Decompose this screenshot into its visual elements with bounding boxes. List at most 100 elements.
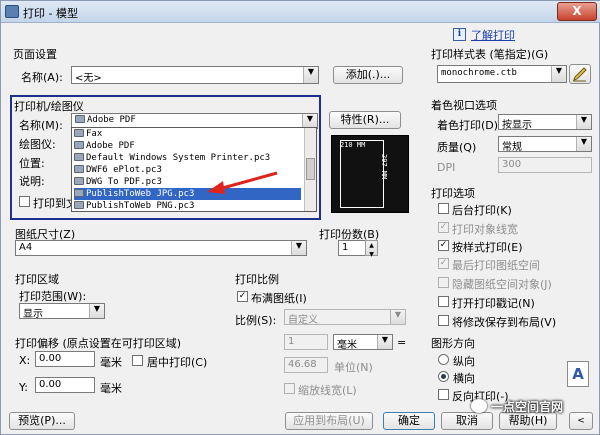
close-button[interactable]: X — [557, 2, 597, 21]
ok-button[interactable]: 确定 — [383, 412, 435, 430]
plot-with-styles-checkbox[interactable]: ✓ — [438, 240, 449, 251]
list-item[interactable]: DWF6 ePlot.pc3 — [74, 164, 162, 176]
printer-name-label: 名称(M): — [19, 119, 63, 132]
printer-icon — [74, 201, 84, 209]
paper-size-value: A4 — [19, 242, 33, 253]
edit-plot-style-button[interactable] — [569, 64, 591, 84]
shade-plot-combo[interactable]: 按显示 ▼ — [498, 114, 592, 130]
orientation-title: 图形方向 — [431, 337, 475, 350]
scale-value2-input[interactable]: 46.68 — [284, 357, 328, 373]
wechat-icon — [471, 399, 487, 413]
app-icon — [5, 5, 19, 18]
location-label: 位置: — [19, 157, 45, 170]
paper-size-combo[interactable]: A4 ▼ — [15, 240, 307, 256]
add-page-setup-button[interactable]: 添加(.)... — [333, 66, 403, 84]
save-to-layout-checkbox[interactable] — [438, 315, 449, 326]
chevron-down-icon: ▼ — [377, 335, 392, 349]
dropdown-scrollbar[interactable] — [304, 128, 316, 211]
scrollbar-thumb[interactable] — [306, 158, 315, 180]
list-item[interactable]: Fax — [74, 128, 102, 140]
printer-name-value: Adobe PDF — [87, 115, 136, 125]
plot-style-combo[interactable]: monochrome.ctb ▼ — [437, 65, 567, 83]
preview-page — [340, 140, 384, 208]
paperspace-last-checkbox[interactable]: ✓ — [438, 258, 449, 269]
quality-value: 常规 — [502, 142, 522, 152]
apply-to-layout-button[interactable]: 应用到布局(U) — [285, 412, 373, 430]
copies-stepper[interactable]: ▲ ▼ — [365, 240, 378, 258]
print-range-value: 显示 — [23, 309, 43, 319]
printer-title: 打印机/绘图仪 — [14, 100, 84, 113]
annotation-arrow-icon — [207, 171, 278, 194]
orientation-preview-icon: A — [567, 361, 589, 387]
list-item[interactable]: Default Windows System Printer.pc3 — [74, 152, 270, 164]
landscape-label: 横向 — [453, 372, 475, 385]
fit-to-paper-checkbox[interactable]: ✓ — [237, 291, 248, 302]
landscape-radio[interactable] — [438, 371, 449, 382]
offset-x-unit: 毫米 — [100, 356, 122, 369]
shaded-viewport-title: 着色视口选项 — [431, 99, 497, 112]
offset-y-unit: 毫米 — [100, 382, 122, 395]
print-options-title: 打印选项 — [431, 187, 475, 200]
print-range-combo[interactable]: 显示 ▼ — [19, 303, 105, 319]
plotter-label: 绘图仪: — [19, 138, 56, 151]
chevron-down-icon: ▼ — [303, 67, 318, 83]
print-to-file-checkbox[interactable] — [19, 196, 30, 207]
dpi-label: DPI — [437, 161, 456, 174]
dpi-input[interactable]: 300 — [498, 157, 592, 173]
description-label: 说明: — [19, 175, 45, 188]
page-setup-name-label: 名称(A): — [21, 71, 63, 84]
plot-style-title: 打印样式表 (笔指定)(G) — [431, 48, 549, 61]
background-print-label: 后台打印(K) — [452, 204, 512, 217]
hide-paperspace-checkbox[interactable] — [438, 277, 449, 288]
page-setup-title: 页面设置 — [13, 48, 57, 61]
scale-combo[interactable]: 自定义 ▼ — [284, 309, 406, 325]
quality-combo[interactable]: 常规 ▼ — [498, 136, 592, 152]
list-item[interactable]: PublishToWeb PNG.pc3 — [74, 200, 194, 212]
properties-button[interactable]: 特性(R)... — [329, 111, 401, 129]
offset-y-input[interactable]: 0.00 — [35, 377, 95, 393]
portrait-radio[interactable] — [438, 354, 449, 365]
printer-icon — [74, 165, 84, 173]
watermark-text: 一点空间官网 — [491, 400, 564, 414]
preview-button[interactable]: 预览(P)... — [9, 412, 75, 430]
title-bar: 打印 - 模型 X — [1, 1, 600, 23]
scale-label: 比例(S): — [235, 314, 277, 327]
printer-icon — [74, 177, 84, 185]
chevron-down-icon: ▼ — [576, 115, 591, 129]
page-setup-name-combo[interactable]: <无> ▼ — [71, 66, 319, 84]
printer-icon — [74, 189, 84, 197]
print-offset-title: 打印偏移 (原点设置在可打印区域) — [15, 337, 182, 350]
paperspace-last-label: 最后打印图纸空间 — [452, 259, 540, 272]
plot-stamp-checkbox[interactable] — [438, 296, 449, 307]
chevron-down-icon[interactable]: ▼ — [302, 114, 317, 128]
chevron-down-icon: ▼ — [576, 137, 591, 151]
fit-to-paper-label: 布满图纸(I) — [251, 292, 307, 305]
scale-unit2-label: 单位(N) — [334, 361, 373, 374]
printer-icon — [75, 115, 85, 123]
center-print-checkbox[interactable] — [132, 355, 143, 366]
background-print-checkbox[interactable] — [438, 203, 449, 214]
scale-lineweights-label: 缩放线宽(L) — [298, 384, 357, 397]
info-icon: i — [453, 28, 466, 41]
scale-value1-input[interactable]: 1 — [284, 334, 328, 350]
scale-lineweights-checkbox[interactable] — [284, 383, 295, 394]
plot-style-value: monochrome.ctb — [441, 68, 517, 78]
learn-print-link[interactable]: 了解打印 — [471, 27, 515, 43]
plot-stamp-label: 打开打印戳记(N) — [452, 297, 535, 310]
print-lineweights-checkbox[interactable]: ✓ — [438, 222, 449, 233]
paper-preview: 210 MM 297 MM — [331, 135, 409, 213]
portrait-label: 纵向 — [453, 355, 475, 368]
chevron-down-icon: ▼ — [390, 310, 405, 324]
list-item[interactable]: Adobe PDF — [74, 140, 135, 152]
scale-unit-combo[interactable]: 毫米 ▼ — [333, 334, 393, 350]
print-range-label: 打印范围(W): — [19, 290, 87, 303]
list-item[interactable]: DWG To PDF.pc3 — [74, 176, 162, 188]
chevron-down-icon: ▼ — [551, 66, 566, 82]
printer-icon — [74, 153, 84, 161]
offset-y-label: Y: — [19, 381, 28, 394]
offset-x-input[interactable]: 0.00 — [35, 351, 95, 367]
offset-x-label: X: — [19, 354, 31, 367]
pencil-icon — [573, 67, 587, 82]
reverse-print-checkbox[interactable] — [438, 389, 449, 400]
print-dialog: 打印 - 模型 X i 了解打印 页面设置 名称(A): <无> ▼ 添加(.)… — [0, 0, 600, 435]
